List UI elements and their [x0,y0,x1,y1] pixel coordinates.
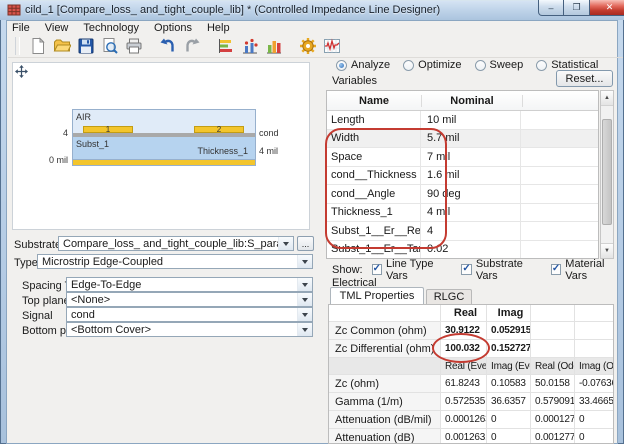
settings-gear-icon[interactable] [298,36,318,56]
toolbar-grip [15,37,20,55]
bottom-tick-label: 0 mil [40,155,68,165]
radio-icon [336,60,347,71]
annotation-circle-zc-differential [432,333,490,363]
top-plane-select[interactable]: <None> [66,292,313,307]
checkbox-substrate-vars[interactable]: ✓ Substrate Vars [461,258,541,282]
show-label: Show: [332,264,363,276]
cond-tick-label: 4 [52,128,68,138]
toolbar [8,35,623,58]
table-row[interactable]: Zc (ohm) 61.8243 0.10583 50.0158 -0.0763… [329,375,613,393]
thickness-value: 4 mil [259,146,278,156]
close-button[interactable]: ✕ [590,0,624,16]
tml-properties-table: Real Imag Zc Common (ohm) 30.9122 0.0529… [328,304,614,444]
cond-layer-label: cond [259,128,279,138]
bottom-cover-layer[interactable] [72,159,256,166]
open-folder-icon[interactable] [52,36,72,56]
table-row[interactable]: Attenuation (dB) 0.00126314 0 0.0012776 … [329,429,613,444]
tab-tml-properties[interactable]: TML Properties [330,287,424,304]
show-filter-row: Show: ✓ Line Type Vars ✓ Substrate Vars … [332,263,624,276]
bottom-plane-select[interactable]: <Bottom Cover> [66,322,313,337]
column-chart-icon[interactable] [264,36,284,56]
checkbox-line-type-vars[interactable]: ✓ Line Type Vars [372,258,453,282]
scroll-down-icon[interactable]: ▼ [601,243,613,258]
radio-optimize[interactable]: Optimize [403,59,461,71]
signal-label-text: Signal [22,310,53,322]
new-file-icon[interactable] [28,36,48,56]
radio-icon [475,60,486,71]
save-icon[interactable] [76,36,96,56]
checkbox-icon: ✓ [461,264,471,275]
radio-icon [403,60,414,71]
window-controls: – ❐ ✕ [538,0,624,16]
chevron-down-icon [297,323,312,336]
zoom-preview-icon[interactable] [100,36,120,56]
reset-button[interactable]: Reset... [556,70,613,87]
substrate-browse-button[interactable]: ... [297,236,314,251]
top-plane-label-text: Top plane [22,295,70,307]
chevron-down-icon [278,237,293,250]
chevron-down-icon [297,293,312,306]
electrical-tabs: TML Properties RLGC [330,287,472,304]
signal-select[interactable]: cond [66,307,313,322]
menu-options[interactable]: Options [154,22,192,34]
waveform-plot-icon[interactable] [322,36,342,56]
chevron-down-icon [297,308,312,321]
table-row[interactable]: Length10 mil [327,111,598,130]
substrate-label-text: Substrate [14,239,61,251]
annotation-circle-variables [325,128,447,249]
chevron-down-icon [297,255,312,268]
air-label: AIR [76,112,91,122]
spacing-type-select[interactable]: Edge-To-Edge [66,277,313,292]
variables-table-header[interactable]: Name Nominal [327,91,598,111]
variables-section-label: Variables [332,75,377,87]
radio-sweep[interactable]: Sweep [475,59,524,71]
undo-icon[interactable] [158,36,178,56]
redo-icon[interactable] [182,36,202,56]
app-icon [7,3,21,17]
chevron-down-icon [297,278,312,291]
scrollbar-thumb[interactable] [602,119,612,225]
menu-view[interactable]: View [45,22,69,34]
substrate-select[interactable]: Compare_loss_ and_tight_couple_lib:S_par… [58,236,294,251]
table-header-row: Real Imag [329,305,613,322]
minimize-button[interactable]: – [538,0,564,16]
checkbox-icon: ✓ [551,264,561,275]
radio-analyze[interactable]: Analyze [336,59,390,71]
menu-bar: File View Technology Options Help [8,21,620,34]
maximize-button[interactable]: ❐ [564,0,590,16]
window-title: cild_1 [Compare_loss_ and_tight_couple_l… [25,4,440,16]
table-row[interactable]: Gamma (1/m) 0.572535 36.6357 0.579091 33… [329,393,613,411]
scroll-up-icon[interactable]: ▲ [601,91,613,106]
thickness-label: Thickness_1 [180,146,248,156]
conductor-1-label: 1 [83,125,133,134]
substrate-label: Subst_1 [76,139,109,149]
table-row[interactable]: Attenuation (dB/mil) 0.000126314 0 0.000… [329,411,613,429]
title-bar[interactable]: cild_1 [Compare_loss_ and_tight_couple_l… [0,0,624,20]
variables-scrollbar[interactable]: ▲ ▼ [600,90,614,259]
pan-move-icon[interactable] [15,65,28,78]
checkbox-material-vars[interactable]: ✓ Material Vars [551,258,624,282]
menu-technology[interactable]: Technology [83,22,139,34]
type-select[interactable]: Microstrip Edge-Coupled [37,254,313,269]
dot-bar-chart-icon[interactable] [240,36,260,56]
print-icon[interactable] [124,36,144,56]
tab-rlgc[interactable]: RLGC [426,289,472,304]
horizontal-bar-chart-icon[interactable] [216,36,236,56]
checkbox-icon: ✓ [372,264,382,275]
menu-help[interactable]: Help [207,22,230,34]
type-label-text: Type [14,257,38,269]
conductor-2-label: 2 [194,125,244,134]
app-window: cild_1 [Compare_loss_ and_tight_couple_l… [0,0,624,444]
radio-icon [536,60,547,71]
menu-file[interactable]: File [12,22,30,34]
